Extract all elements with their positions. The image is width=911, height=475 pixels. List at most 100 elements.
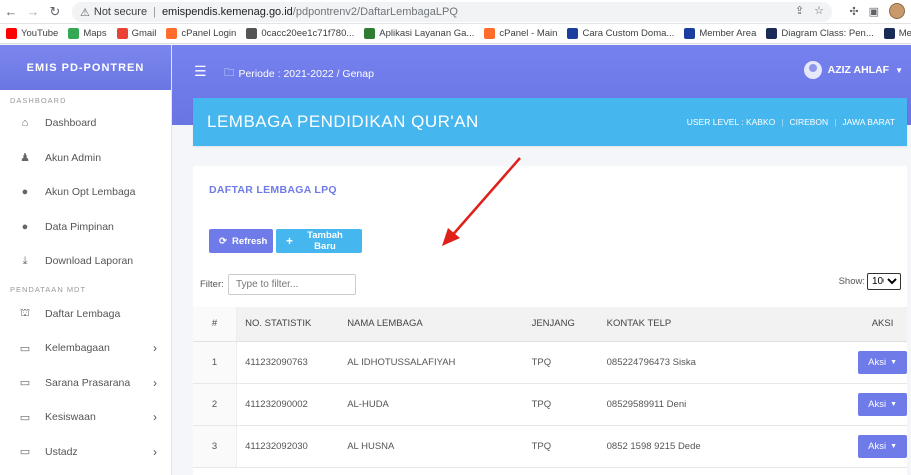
sidebar-item-label: Kelembagaan <box>45 342 110 355</box>
sidebar-item-kelembagaan[interactable]: ▭ Kelembagaan › <box>0 331 171 366</box>
lembaga-card: DAFTAR LEMBAGA LPQ ⟳ Refresh + Tambah Ba… <box>193 166 907 475</box>
sidebar-item-dashboard[interactable]: ⌂ Dashboard <box>0 106 171 141</box>
forward-icon[interactable]: → <box>22 1 44 23</box>
user-icon: ● <box>21 220 29 233</box>
sidebar-item-sarana-prasarana[interactable]: ▭ Sarana Prasarana › <box>0 366 171 401</box>
back-icon[interactable]: ← <box>0 1 22 23</box>
plus-icon: + <box>286 234 294 248</box>
bookmark-icon <box>883 28 895 39</box>
address-bar[interactable]: ⚠ Not secure | emispendis.kemenag.go.id … <box>72 2 832 22</box>
cell-statistik: 411232090002 <box>236 383 348 426</box>
brand-logo[interactable]: EMIS PD-PONTREN <box>0 45 171 90</box>
filter-input[interactable] <box>228 274 356 295</box>
download-icon: ⤓ <box>22 254 28 267</box>
bookmark-icon <box>6 28 17 39</box>
refresh-icon: ⟳ <box>219 235 227 247</box>
bookmark-label: Gmail <box>131 28 157 39</box>
refresh-label: Refresh <box>231 235 268 247</box>
sidebar-section-dashboard: DASHBOARD <box>10 96 67 105</box>
bookmark-label: Member Area <box>699 28 757 39</box>
cell-kontak: 085224796473 Siska <box>606 341 809 384</box>
cell-no: 2 <box>193 383 238 426</box>
sidebar-item-ustadz[interactable]: ▭ Ustadz › <box>0 435 171 470</box>
refresh-button[interactable]: ⟳ Refresh <box>209 229 273 253</box>
bookmark-label: cPanel Login <box>181 28 237 39</box>
bookmark-item[interactable]: Aplikasi Layanan Ga... <box>364 28 474 39</box>
bookmark-item[interactable]: 0cacc20ee1c71f780... <box>246 28 354 39</box>
table-row: 3 411232092030 AL HUSNA TPQ 0852 1598 9215 D… <box>193 425 907 468</box>
bookmark-item[interactable]: Gmail <box>116 28 157 39</box>
bookmark-label: Cara Custom Doma... <box>582 28 675 39</box>
breadcrumb-separator: | <box>781 117 784 127</box>
table-row: 2 411232090002 AL-HUDA TPQ 08529589911 Deni A… <box>193 383 907 426</box>
bookmark-item[interactable]: cPanel Login <box>166 28 236 39</box>
profile-avatar[interactable] <box>889 3 905 19</box>
bookmark-icon <box>567 28 579 39</box>
show-select[interactable]: 100 <box>867 273 901 290</box>
card-title: DAFTAR LEMBAGA LPQ <box>209 184 337 196</box>
caret-down-icon: ▼ <box>890 400 897 408</box>
bookmark-item[interactable]: Cara Custom Doma... <box>567 28 674 39</box>
reload-icon[interactable]: ↻ <box>44 1 66 23</box>
sidebar-item-label: Data Pimpinan <box>45 220 114 233</box>
breadcrumb-user-level: USER LEVEL : KABKO <box>686 117 776 127</box>
col-header-kontak[interactable]: KONTAK TELP <box>606 307 809 342</box>
sidebar: EMIS PD-PONTREN DASHBOARD ⌂ Dashboard ♟ Aku… <box>0 45 172 475</box>
cell-aksi: Aksi ▼ <box>808 341 907 384</box>
bookmark-label: cPanel - Main <box>499 28 558 39</box>
cell-aksi: Aksi ▼ <box>808 383 907 426</box>
cell-nama: AL IDHOTUSSALAFIYAH <box>347 341 532 384</box>
annotation-arrow-shaft <box>449 157 521 239</box>
bookmark-item[interactable]: Member Area <box>684 28 756 39</box>
sidebar-item-label: Akun Opt Lembaga <box>45 186 136 199</box>
aksi-label: Aksi <box>868 356 887 368</box>
aksi-button[interactable]: Aksi ▼ <box>858 350 907 374</box>
sidebar-item-label: Daftar Lembaga <box>45 307 121 320</box>
user-secret-icon: ♟ <box>20 152 30 165</box>
periode-text: Periode : 2021-2022 / Genap <box>238 68 374 80</box>
col-header-statistik[interactable]: NO. STATISTIK <box>236 307 348 342</box>
cell-jenjang: TPQ <box>531 383 607 426</box>
sidebar-item-daftar-lembaga[interactable]: ⛫ Daftar Lembaga <box>0 297 171 332</box>
aksi-button[interactable]: Aksi ▼ <box>858 392 907 416</box>
user-menu[interactable]: AZIZ AHLAF ▼ <box>803 61 903 79</box>
aksi-button[interactable]: Aksi ▼ <box>858 434 907 458</box>
chevron-right-icon: › <box>153 341 157 356</box>
sidebar-item-kesiswaan[interactable]: ▭ Kesiswaan › <box>0 400 171 435</box>
bookmark-item[interactable]: Maps <box>68 28 107 39</box>
cell-jenjang: TPQ <box>531 341 607 384</box>
breadcrumb-separator: | <box>834 117 837 127</box>
sidebar-item-akun-opt-lembaga[interactable]: ● Akun Opt Lembaga <box>0 175 171 210</box>
col-header-no[interactable]: # <box>193 307 238 342</box>
sidepanel-icon[interactable]: ▣ <box>869 5 879 18</box>
omnibox-separator: | <box>153 6 156 18</box>
caret-down-icon: ▼ <box>890 358 897 366</box>
sidebar-item-akun-admin[interactable]: ♟ Akun Admin <box>0 141 171 176</box>
page-title: LEMBAGA PENDIDIKAN QUR'AN <box>207 112 479 131</box>
browser-toolbar: ← → ↻ ⚠ Not secure | emispendis.kemenag.… <box>0 0 911 24</box>
share-icon[interactable]: ⇪ <box>795 4 804 17</box>
bookmark-icon <box>364 28 376 39</box>
show-label: Show: <box>838 276 865 287</box>
bookmark-icon <box>68 28 80 39</box>
bookmark-label: Maps <box>83 28 107 39</box>
user-name: AZIZ AHLAF <box>827 64 890 76</box>
col-header-nama[interactable]: NAMA LEMBAGA <box>347 307 532 342</box>
add-new-button[interactable]: + Tambah Baru <box>276 229 362 253</box>
bookmark-item[interactable]: YouTube <box>6 28 58 39</box>
bookmark-item[interactable]: Diagram Class: Pen... <box>766 28 874 39</box>
extensions-icon[interactable]: ✣ <box>849 5 858 18</box>
sidebar-item-data-pimpinan[interactable]: ● Data Pimpinan <box>0 210 171 245</box>
sidebar-item-download-laporan[interactable]: ⤓ Download Laporan <box>0 244 171 279</box>
bookmark-item[interactable]: Media <box>883 28 911 39</box>
hamburger-icon[interactable]: ☰ <box>194 63 207 80</box>
sidebar-item-label: Kesiswaan <box>45 411 96 424</box>
col-header-jenjang[interactable]: JENJANG <box>531 307 607 342</box>
star-icon[interactable]: ☆ <box>814 4 824 17</box>
aksi-label: Aksi <box>868 440 887 452</box>
sidebar-item-label: Sarana Prasarana <box>45 376 131 389</box>
bookmark-item[interactable]: cPanel - Main <box>484 28 557 39</box>
breadcrumb: USER LEVEL : KABKO | CIREBON | JAWA BARA… <box>687 117 895 127</box>
cell-statistik: 411232092030 <box>236 425 348 468</box>
chevron-right-icon: › <box>153 444 157 459</box>
